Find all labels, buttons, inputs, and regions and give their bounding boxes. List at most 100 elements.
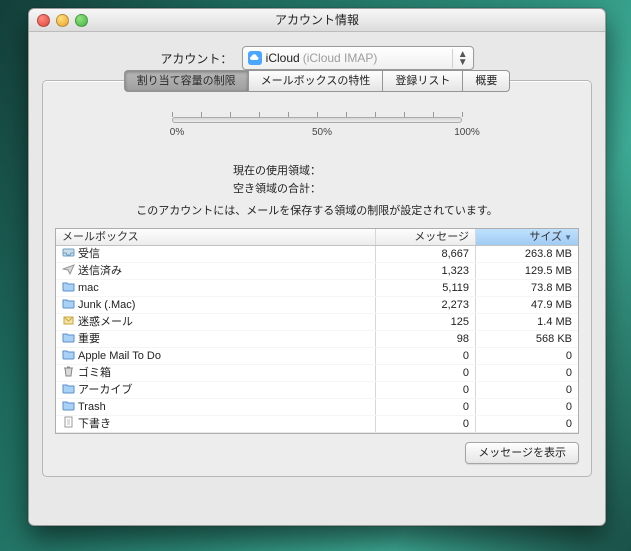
tab-0[interactable]: 割り当て容量の制限	[124, 70, 249, 92]
show-messages-button[interactable]: メッセージを表示	[465, 442, 579, 464]
cell-messages: 0	[376, 348, 476, 364]
folder-icon	[62, 280, 75, 296]
slider-tick	[201, 112, 202, 117]
cell-messages: 5,119	[376, 280, 476, 296]
cell-messages: 2,273	[376, 297, 476, 313]
slider-tick	[404, 112, 405, 117]
slider-tick	[375, 112, 376, 117]
cell-messages: 0	[376, 399, 476, 415]
cell-name: ゴミ箱	[56, 365, 376, 381]
mailbox-name: mac	[78, 280, 99, 296]
table-header: メールボックス メッセージ サイズ▼	[56, 229, 578, 246]
tab-bar: 割り当て容量の制限メールボックスの特性登録リスト概要	[43, 70, 591, 92]
cell-name: Trash	[56, 399, 376, 415]
folder-icon	[62, 331, 75, 347]
used-space-label: 現在の使用領域：	[233, 162, 321, 180]
cell-size: 47.9 MB	[476, 297, 578, 313]
zoom-icon[interactable]	[75, 14, 88, 27]
folder-icon	[62, 297, 75, 313]
quota-slider[interactable]	[172, 108, 462, 142]
slider-tick	[230, 112, 231, 117]
inbox-icon	[62, 246, 75, 262]
junk-icon	[62, 314, 75, 330]
tab-2[interactable]: 登録リスト	[383, 70, 463, 92]
table-row[interactable]: 重要 98568 KB	[56, 331, 578, 348]
account-popup[interactable]: iCloud (iCloud IMAP) ▲▼	[242, 46, 474, 70]
cell-messages: 0	[376, 416, 476, 432]
table-row[interactable]: 下書き 00	[56, 416, 578, 433]
account-detail: (iCloud IMAP)	[303, 51, 378, 65]
mailbox-name: Trash	[78, 399, 106, 415]
mailbox-name: ゴミ箱	[78, 365, 111, 381]
minimize-icon[interactable]	[56, 14, 69, 27]
cloud-icon	[247, 50, 263, 66]
cell-messages: 0	[376, 365, 476, 381]
account-name: iCloud	[266, 51, 300, 65]
mailbox-name: 送信済み	[78, 263, 122, 279]
table-row[interactable]: 送信済み1,323129.5 MB	[56, 263, 578, 280]
mailbox-name: 下書き	[78, 416, 111, 432]
table-row[interactable]: Apple Mail To Do 00	[56, 348, 578, 365]
free-space-label: 空き領域の合計：	[233, 180, 321, 198]
slider-tick	[288, 112, 289, 117]
cell-messages: 98	[376, 331, 476, 347]
cell-size: 0	[476, 348, 578, 364]
cell-name: 下書き	[56, 416, 376, 432]
cell-name: アーカイブ	[56, 382, 376, 398]
popup-arrows-icon: ▲▼	[452, 49, 473, 68]
account-info-window: アカウント情報 アカウント： iCloud (iCloud IMAP) ▲▼ 割…	[28, 8, 606, 526]
table-row[interactable]: 迷惑メール 1251.4 MB	[56, 314, 578, 331]
folder-icon	[62, 382, 75, 398]
slider-tick	[259, 112, 260, 117]
slider-tick	[172, 112, 173, 117]
slider-tick	[433, 112, 434, 117]
cell-size: 0	[476, 365, 578, 381]
column-messages[interactable]: メッセージ	[376, 229, 476, 245]
cell-name: Junk (.Mac)	[56, 297, 376, 313]
cell-name: 受信	[56, 246, 376, 262]
close-icon[interactable]	[37, 14, 50, 27]
mailbox-table: メールボックス メッセージ サイズ▼ 受信 8,667263.8 MB 送信済み 1,…	[55, 228, 579, 434]
cell-messages: 8,667	[376, 246, 476, 262]
drafts-icon	[62, 416, 75, 432]
cell-size: 568 KB	[476, 331, 578, 347]
table-row[interactable]: アーカイブ 00	[56, 382, 578, 399]
folder-icon	[62, 399, 75, 415]
folder-icon	[62, 348, 75, 364]
trash-icon	[62, 365, 75, 381]
slider-tick	[462, 112, 463, 117]
cell-name: mac	[56, 280, 376, 296]
cell-size: 263.8 MB	[476, 246, 578, 262]
table-row[interactable]: 受信 8,667263.8 MB	[56, 246, 578, 263]
mailbox-name: Apple Mail To Do	[78, 348, 161, 364]
cell-messages: 0	[376, 382, 476, 398]
cell-name: 迷惑メール	[56, 314, 376, 330]
cell-size: 0	[476, 382, 578, 398]
account-label: アカウント：	[160, 50, 232, 67]
main-panel: 割り当て容量の制限メールボックスの特性登録リスト概要 現在の使用領域： 空き領域…	[42, 80, 592, 477]
tab-1[interactable]: メールボックスの特性	[249, 70, 384, 92]
table-row[interactable]: Trash00	[56, 399, 578, 416]
mailbox-name: 受信	[78, 246, 100, 262]
cell-name: Apple Mail To Do	[56, 348, 376, 364]
tab-3[interactable]: 概要	[463, 70, 510, 92]
mailbox-name: 重要	[78, 331, 100, 347]
cell-messages: 125	[376, 314, 476, 330]
mailbox-name: 迷惑メール	[78, 314, 133, 330]
quota-message: このアカウントには、メールを保存する領域の制限が設定されています。	[43, 202, 591, 218]
traffic-lights	[37, 14, 88, 27]
titlebar[interactable]: アカウント情報	[29, 9, 605, 32]
table-row[interactable]: ゴミ箱 00	[56, 365, 578, 382]
slider-tick	[346, 112, 347, 117]
mailbox-name: Junk (.Mac)	[78, 297, 135, 313]
cell-size: 1.4 MB	[476, 314, 578, 330]
cell-messages: 1,323	[376, 263, 476, 279]
table-row[interactable]: Junk (.Mac) 2,27347.9 MB	[56, 297, 578, 314]
mailbox-name: アーカイブ	[78, 382, 132, 398]
cell-size: 0	[476, 416, 578, 432]
column-mailbox[interactable]: メールボックス	[56, 229, 376, 245]
cell-size: 73.8 MB	[476, 280, 578, 296]
column-size[interactable]: サイズ▼	[476, 229, 578, 245]
table-row[interactable]: mac 5,11973.8 MB	[56, 280, 578, 297]
cell-name: 送信済み	[56, 263, 376, 279]
